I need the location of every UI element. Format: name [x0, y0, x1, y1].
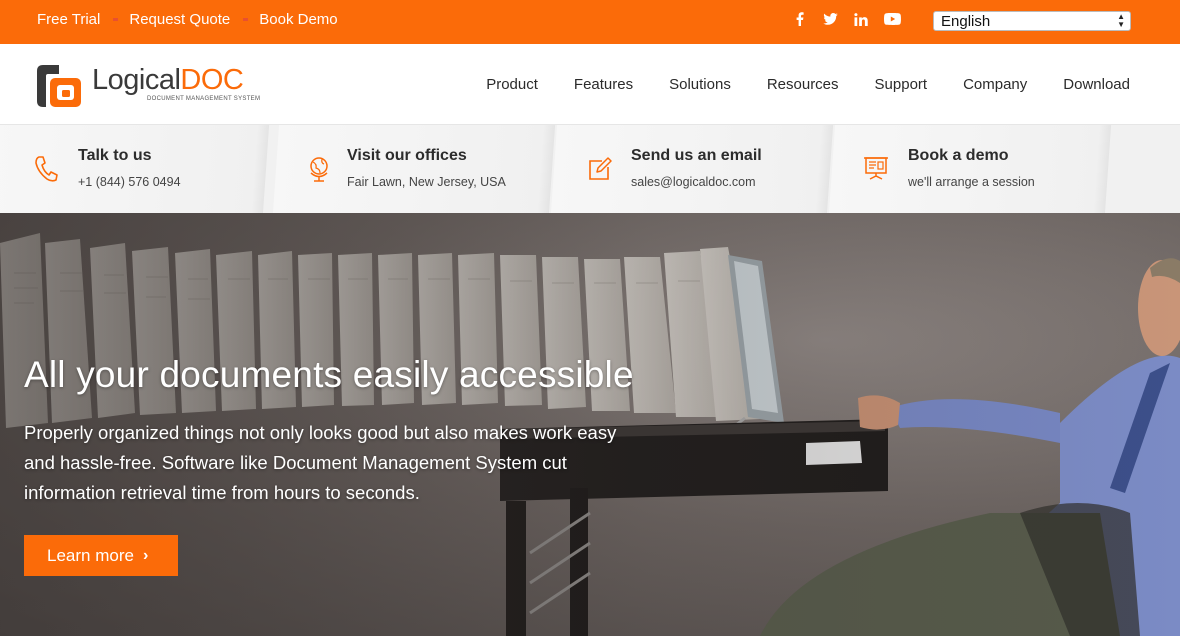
separator: [113, 17, 119, 21]
youtube-icon[interactable]: [883, 10, 901, 28]
select-arrows-icon: ▲ ▼: [1117, 12, 1125, 29]
nav-company[interactable]: Company: [963, 76, 1027, 93]
chevron-right-icon: ›: [142, 546, 149, 564]
facebook-icon[interactable]: [794, 10, 806, 28]
contact-item-phone[interactable]: Talk to us +1 (844) 576 0494: [0, 125, 276, 214]
linkedin-icon[interactable]: [853, 10, 869, 28]
nav-product[interactable]: Product: [486, 76, 538, 93]
contact-phone-title: Talk to us: [78, 147, 152, 164]
contact-phone-number[interactable]: +1 (844) 576 0494: [78, 175, 181, 189]
separator: [243, 17, 249, 21]
free-trial-link[interactable]: Free Trial: [37, 11, 100, 28]
contact-strip: Talk to us +1 (844) 576 0494 Visit our o…: [0, 124, 1180, 214]
phone-icon: [35, 156, 58, 182]
hero-title: All your documents easily accessible: [24, 354, 634, 395]
contact-email-title: Send us an email: [631, 147, 762, 164]
top-bar: Free Trial Request Quote Book Demo Engli…: [0, 0, 1180, 44]
logo-mark-icon: [37, 65, 81, 107]
learn-more-label: Learn more: [47, 545, 134, 565]
nav-resources[interactable]: Resources: [767, 76, 839, 93]
language-select[interactable]: English ▲ ▼: [933, 11, 1131, 31]
contact-item-office[interactable]: Visit our offices Fair Lawn, New Jersey,…: [276, 125, 554, 214]
nav-support[interactable]: Support: [875, 76, 928, 93]
contact-item-email[interactable]: Send us an email sales@logicaldoc.com: [554, 125, 832, 214]
main-nav: Product Features Solutions Resources Sup…: [450, 44, 1130, 124]
hero-text: Properly organized things not only looks…: [24, 422, 617, 503]
edit-icon: [589, 157, 612, 180]
main-header: LogicalDOC DOCUMENT MANAGEMENT SYSTEM Pr…: [0, 44, 1180, 124]
logo[interactable]: LogicalDOC DOCUMENT MANAGEMENT SYSTEM: [37, 64, 261, 110]
logo-tagline: DOCUMENT MANAGEMENT SYSTEM: [147, 96, 261, 102]
contact-office-title: Visit our offices: [347, 147, 467, 164]
contact-demo-note: we'll arrange a session: [908, 175, 1035, 189]
contact-demo-title: Book a demo: [908, 147, 1009, 164]
top-links: Free Trial Request Quote Book Demo: [37, 0, 338, 38]
globe-icon: [310, 157, 328, 182]
contact-item-demo[interactable]: Book a demo we'll arrange a session: [832, 125, 1110, 214]
presentation-icon: [864, 157, 888, 180]
twitter-icon[interactable]: [822, 10, 838, 28]
logo-wordmark: LogicalDOC: [92, 64, 244, 97]
contact-office-address: Fair Lawn, New Jersey, USA: [347, 175, 506, 189]
nav-download[interactable]: Download: [1063, 76, 1130, 93]
request-quote-link[interactable]: Request Quote: [129, 11, 230, 28]
nav-solutions[interactable]: Solutions: [669, 76, 731, 93]
book-demo-link[interactable]: Book Demo: [259, 11, 337, 28]
language-select-value: English: [941, 12, 991, 30]
hero-banner: All your documents easily accessible Pro…: [0, 213, 1180, 636]
nav-features[interactable]: Features: [574, 76, 633, 93]
logo-name-part2: DOC: [180, 64, 244, 96]
contact-email-address[interactable]: sales@logicaldoc.com: [631, 175, 756, 189]
learn-more-button[interactable]: Learn more ›: [24, 535, 178, 576]
logo-name-part1: Logical: [92, 64, 181, 96]
